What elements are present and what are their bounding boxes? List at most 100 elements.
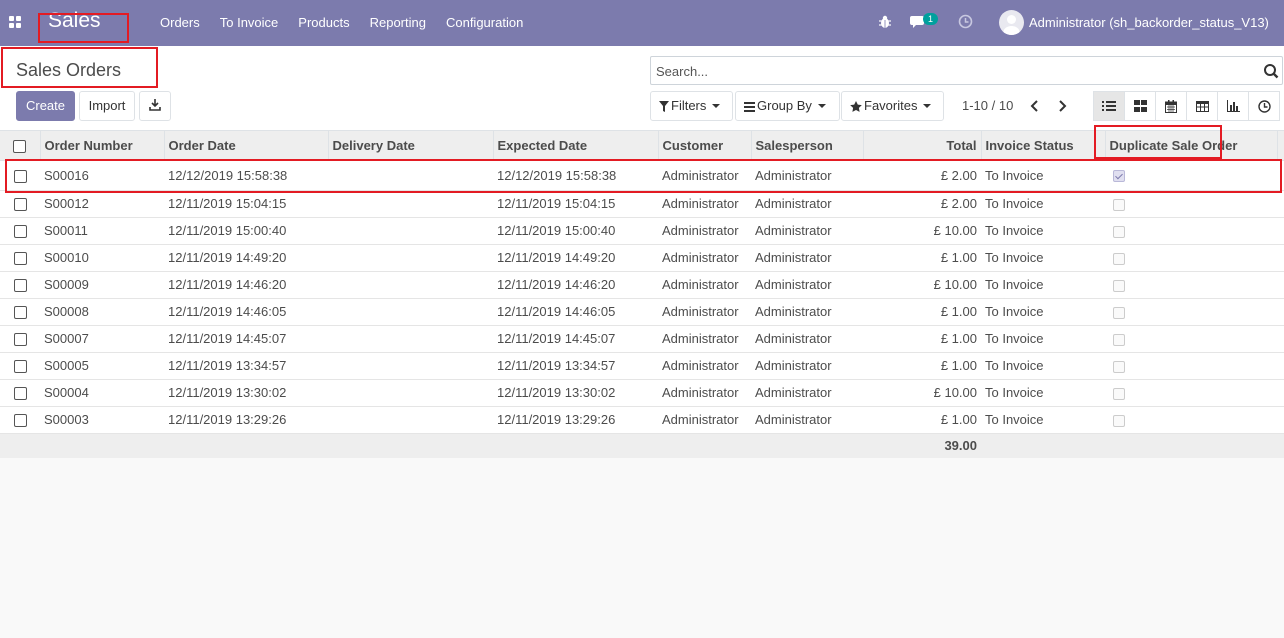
create-button[interactable]: Create xyxy=(16,91,75,121)
cell-order-date: 12/11/2019 13:30:02 xyxy=(164,379,328,407)
import-button[interactable]: Import xyxy=(79,91,135,121)
cell-customer: Administrator xyxy=(658,406,751,434)
export-button[interactable] xyxy=(139,91,171,121)
row-select-checkbox[interactable] xyxy=(13,169,27,183)
list-view-button[interactable] xyxy=(1093,91,1125,121)
cell-total: £ 10.00 xyxy=(863,217,981,245)
column-header-delivery-date[interactable]: Delivery Date xyxy=(328,131,494,161)
table-row[interactable]: S00005 12/11/2019 13:34:57 12/11/2019 13:3… xyxy=(0,352,1284,380)
cell-total: £ 1.00 xyxy=(863,244,981,272)
cell-spacer xyxy=(1277,217,1284,245)
favorites-dropdown[interactable]: Favorites xyxy=(841,91,944,121)
cell-order-date: 12/11/2019 13:29:26 xyxy=(164,406,328,434)
cell-order-number: S00016 xyxy=(40,160,164,191)
menu-products[interactable]: Products xyxy=(288,0,359,46)
cell-delivery-date xyxy=(328,190,493,218)
table-row[interactable]: S00007 12/11/2019 14:45:07 12/11/2019 14:4… xyxy=(0,325,1284,353)
table-header-row: Order Number Order Date Delivery Date Ex… xyxy=(0,131,1284,161)
column-header-order-date[interactable]: Order Date xyxy=(164,131,329,161)
calendar-icon xyxy=(1165,99,1177,113)
cell-total: £ 10.00 xyxy=(863,271,981,299)
cell-duplicate-sale-order xyxy=(1105,190,1277,218)
column-header-duplicate-sale-order[interactable]: Duplicate Sale Order xyxy=(1105,131,1278,161)
cell-invoice-status: To Invoice xyxy=(981,379,1105,407)
row-select-checkbox[interactable] xyxy=(13,414,27,428)
cell-invoice-status: To Invoice xyxy=(981,298,1105,326)
pivot-view-button[interactable] xyxy=(1186,91,1218,121)
cell-salesperson: Administrator xyxy=(751,244,863,272)
cell-duplicate-sale-order xyxy=(1105,271,1277,299)
row-select-checkbox[interactable] xyxy=(13,279,27,293)
apps-menu-icon[interactable] xyxy=(9,16,22,28)
activity-clock-icon[interactable] xyxy=(958,14,973,29)
cell-salesperson: Administrator xyxy=(751,298,863,326)
table-row[interactable]: S00010 12/11/2019 14:49:20 12/11/2019 14:4… xyxy=(0,244,1284,272)
pager-value[interactable]: 1-10 / 10 xyxy=(962,98,1013,113)
cell-invoice-status: To Invoice xyxy=(981,325,1105,353)
column-header-total[interactable]: Total xyxy=(863,131,982,161)
duplicate-sale-order-checkbox xyxy=(1113,198,1125,211)
table-row[interactable]: S00012 12/11/2019 15:04:15 12/11/2019 15:0… xyxy=(0,190,1284,218)
kanban-view-button[interactable] xyxy=(1124,91,1156,121)
column-header-salesperson[interactable]: Salesperson xyxy=(751,131,864,161)
row-select-checkbox[interactable] xyxy=(13,387,27,401)
calendar-view-button[interactable] xyxy=(1155,91,1187,121)
cell-customer: Administrator xyxy=(658,217,751,245)
row-select-cell xyxy=(0,325,40,353)
graph-view-button[interactable] xyxy=(1217,91,1249,121)
column-header-order-number[interactable]: Order Number xyxy=(40,131,165,161)
filters-dropdown[interactable]: Filters xyxy=(650,91,733,121)
debug-bug-icon[interactable] xyxy=(878,15,892,29)
groupby-dropdown[interactable]: Group By xyxy=(735,91,840,121)
table-row[interactable]: S00009 12/11/2019 14:46:20 12/11/2019 14:4… xyxy=(0,271,1284,299)
column-header-expected-date[interactable]: Expected Date xyxy=(493,131,659,161)
row-select-cell xyxy=(0,271,40,299)
menu-configuration[interactable]: Configuration xyxy=(436,0,533,46)
activity-view-button[interactable] xyxy=(1248,91,1280,121)
menu-orders[interactable]: Orders xyxy=(150,0,210,46)
table-row[interactable]: S00016 12/12/2019 15:58:38 12/12/2019 15:5… xyxy=(0,160,1284,191)
user-avatar[interactable] xyxy=(999,10,1024,35)
menu-reporting[interactable]: Reporting xyxy=(360,0,436,46)
cell-spacer xyxy=(1277,298,1284,326)
search-input[interactable] xyxy=(656,62,1246,80)
row-select-cell xyxy=(0,244,40,272)
favorites-label: Favorites xyxy=(864,98,918,113)
column-header-invoice-status[interactable]: Invoice Status xyxy=(981,131,1106,161)
table-row[interactable]: S00008 12/11/2019 14:46:05 12/11/2019 14:4… xyxy=(0,298,1284,326)
chevron-right-icon[interactable] xyxy=(1054,97,1070,115)
row-select-cell xyxy=(0,298,40,326)
menu-to-invoice[interactable]: To Invoice xyxy=(210,0,289,46)
duplicate-sale-order-checkbox xyxy=(1113,306,1125,319)
row-select-cell xyxy=(0,217,40,245)
app-name[interactable]: Sales xyxy=(48,9,101,33)
cell-total: £ 2.00 xyxy=(863,160,981,191)
cell-invoice-status: To Invoice xyxy=(981,244,1105,272)
cell-spacer xyxy=(1277,325,1284,353)
row-select-checkbox[interactable] xyxy=(13,198,27,212)
row-select-checkbox[interactable] xyxy=(13,360,27,374)
cell-customer: Administrator xyxy=(658,379,751,407)
cell-order-date: 12/11/2019 13:34:57 xyxy=(164,352,328,380)
cell-customer: Administrator xyxy=(658,190,751,218)
row-select-checkbox[interactable] xyxy=(13,306,27,320)
row-select-checkbox[interactable] xyxy=(13,333,27,347)
column-header-customer[interactable]: Customer xyxy=(658,131,752,161)
cell-expected-date: 12/11/2019 14:45:07 xyxy=(493,325,658,353)
table-row[interactable]: S00003 12/11/2019 13:29:26 12/11/2019 13:2… xyxy=(0,406,1284,434)
table-row[interactable]: S00004 12/11/2019 13:30:02 12/11/2019 13:3… xyxy=(0,379,1284,407)
chevron-left-icon[interactable] xyxy=(1027,97,1043,115)
row-select-cell xyxy=(0,379,40,407)
cell-total: £ 1.00 xyxy=(863,406,981,434)
row-select-checkbox[interactable] xyxy=(13,225,27,239)
user-menu[interactable]: Administrator (sh_backorder_status_V13) xyxy=(1029,15,1269,30)
select-all-checkbox[interactable] xyxy=(13,139,27,153)
cell-customer: Administrator xyxy=(658,325,751,353)
search-icon[interactable] xyxy=(1263,63,1279,79)
row-select-checkbox[interactable] xyxy=(13,252,27,266)
cell-spacer xyxy=(1277,271,1284,299)
chevron-down-icon xyxy=(923,104,932,108)
table-footer-row: 39.00 xyxy=(0,433,1284,458)
table-row[interactable]: S00011 12/11/2019 15:00:40 12/11/2019 15:0… xyxy=(0,217,1284,245)
graph-icon xyxy=(1226,100,1240,112)
